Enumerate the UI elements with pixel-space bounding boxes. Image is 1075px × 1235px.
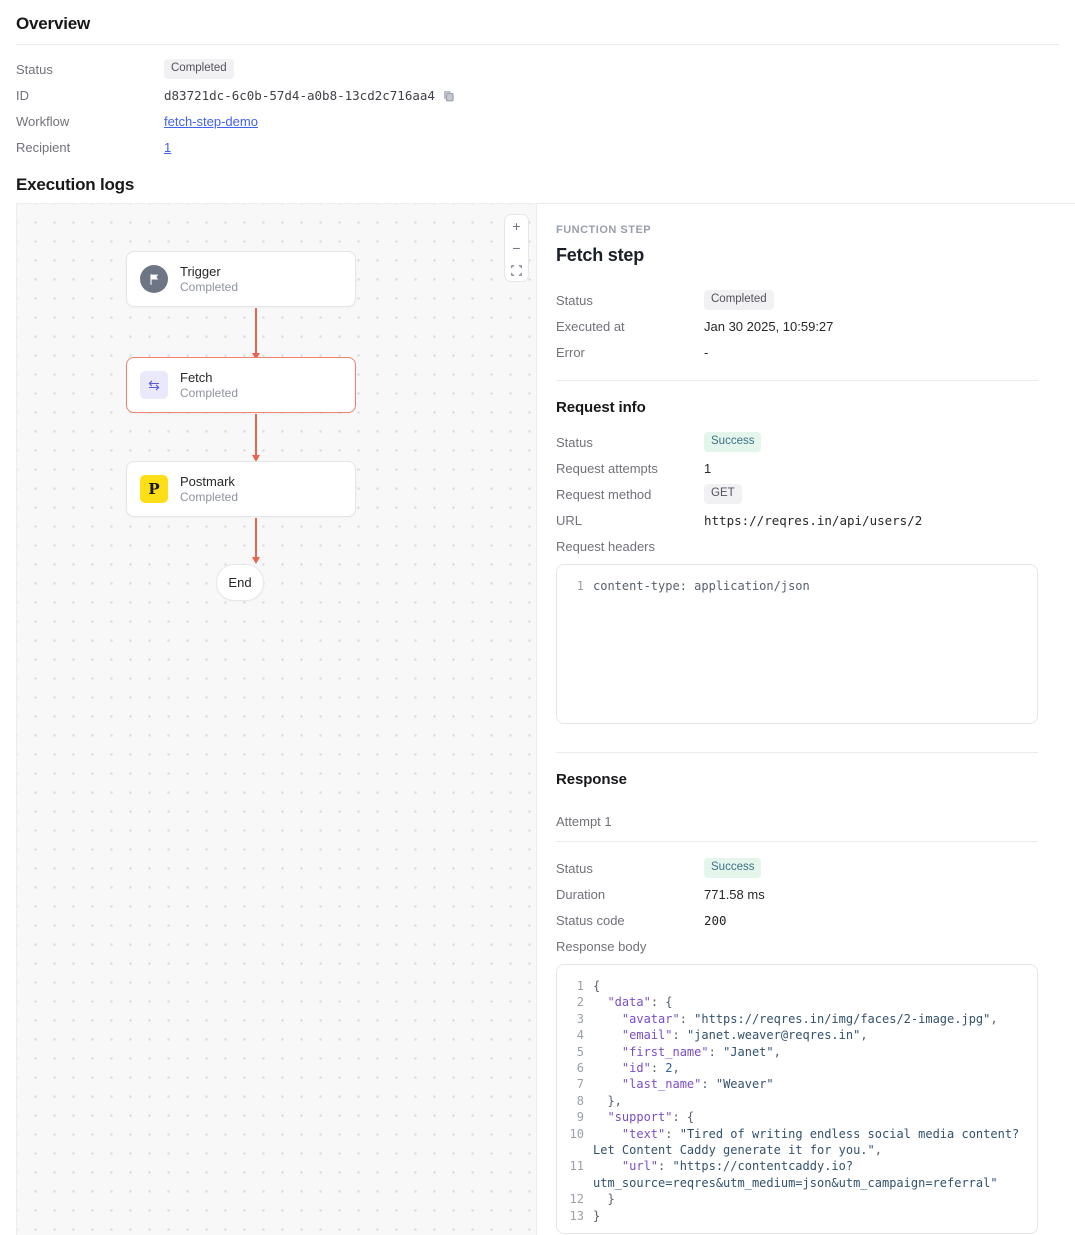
status-label: Status xyxy=(16,62,164,77)
zoom-out-button[interactable]: − xyxy=(505,237,528,259)
request-headers-code: 1content-type: application/json xyxy=(556,564,1038,724)
overview-recipient-row: Recipient 1 xyxy=(16,137,1059,157)
request-method-row: Request method GET xyxy=(556,484,1038,504)
edge-arrow xyxy=(255,518,257,558)
overview-section: Overview Status Completed ID d83721dc-6c… xyxy=(0,0,1075,157)
zoom-in-button[interactable]: + xyxy=(505,215,528,237)
response-body-label: Response body xyxy=(556,939,704,954)
execution-logs-title: Execution logs xyxy=(16,175,1059,195)
executed-at-label: Executed at xyxy=(556,319,704,334)
status-code-label: Status code xyxy=(556,913,704,928)
request-status-row: Status Success xyxy=(556,432,1038,452)
status-label: Status xyxy=(556,435,704,450)
overview-workflow-row: Workflow fetch-step-demo xyxy=(16,111,1059,131)
node-postmark[interactable]: P Postmark Completed xyxy=(126,461,356,517)
id-label: ID xyxy=(16,88,164,103)
node-title: Trigger xyxy=(180,263,238,280)
status-code-row: Status code 200 xyxy=(556,910,1038,930)
duration-row: Duration 771.58 ms xyxy=(556,884,1038,904)
page-title: Overview xyxy=(16,14,1059,34)
url-label: URL xyxy=(556,513,704,528)
step-status-badge: Completed xyxy=(704,290,774,310)
divider xyxy=(16,44,1059,45)
status-code-value: 200 xyxy=(704,913,727,928)
node-fetch[interactable]: ⇆ Fetch Completed xyxy=(126,357,356,413)
error-label: Error xyxy=(556,345,704,360)
url-value: https://reqres.in/api/users/2 xyxy=(704,513,922,528)
request-headers-row: Request headers xyxy=(556,536,1038,556)
step-type-eyebrow: FUNCTION STEP xyxy=(556,224,1038,236)
request-attempts-value: 1 xyxy=(704,461,711,476)
divider xyxy=(556,752,1038,753)
overview-id-row: ID d83721dc-6c0b-57d4-a0b8-13cd2c716aa4 xyxy=(16,85,1059,105)
executed-at-value: Jan 30 2025, 10:59:27 xyxy=(704,319,833,334)
request-method-label: Request method xyxy=(556,487,704,502)
fit-view-icon[interactable] xyxy=(505,259,528,281)
request-info-title: Request info xyxy=(556,399,1038,416)
request-status-badge: Success xyxy=(704,432,761,452)
node-end[interactable]: End xyxy=(216,564,264,601)
duration-value: 771.58 ms xyxy=(704,887,765,902)
attempt-label: Attempt 1 xyxy=(556,814,1038,829)
node-status: Completed xyxy=(180,386,238,401)
divider xyxy=(556,380,1038,381)
edge-arrow xyxy=(255,308,257,354)
flag-icon xyxy=(140,265,168,293)
overview-status-row: Status Completed xyxy=(16,59,1059,79)
workflow-label: Workflow xyxy=(16,114,164,129)
recipient-label: Recipient xyxy=(16,140,164,155)
step-details-panel: FUNCTION STEP Fetch step Status Complete… xyxy=(537,203,1075,1235)
request-attempts-row: Request attempts 1 xyxy=(556,458,1038,478)
response-status-badge: Success xyxy=(704,858,761,878)
request-headers-label: Request headers xyxy=(556,539,704,554)
request-method-badge: GET xyxy=(704,484,742,504)
status-label: Status xyxy=(556,861,704,876)
step-title: Fetch step xyxy=(556,245,1038,266)
recipient-link[interactable]: 1 xyxy=(164,140,171,155)
request-url-row: URL https://reqres.in/api/users/2 xyxy=(556,510,1038,530)
swap-arrows-icon: ⇆ xyxy=(140,371,168,399)
response-status-row: Status Success xyxy=(556,858,1038,878)
execution-logs-main: Trigger Completed ⇆ Fetch Completed P Po… xyxy=(16,203,1075,1235)
copy-icon[interactable] xyxy=(442,89,455,102)
node-title: Postmark xyxy=(180,473,238,490)
edge-arrow xyxy=(255,414,257,456)
executed-at-row: Executed at Jan 30 2025, 10:59:27 xyxy=(556,316,1038,336)
step-status-row: Status Completed xyxy=(556,290,1038,310)
error-value: - xyxy=(704,345,708,360)
status-label: Status xyxy=(556,293,704,308)
node-status: Completed xyxy=(180,490,238,505)
node-trigger[interactable]: Trigger Completed xyxy=(126,251,356,307)
duration-label: Duration xyxy=(556,887,704,902)
error-row: Error - xyxy=(556,342,1038,362)
response-body-row: Response body xyxy=(556,936,1038,956)
request-attempts-label: Request attempts xyxy=(556,461,704,476)
status-badge: Completed xyxy=(164,59,234,79)
workflow-canvas[interactable]: Trigger Completed ⇆ Fetch Completed P Po… xyxy=(16,203,537,1235)
canvas-zoom-controls: + − xyxy=(504,214,529,282)
response-body-code: 1{2 "data": {3 "avatar": "https://reqres… xyxy=(556,964,1038,1234)
workflow-link[interactable]: fetch-step-demo xyxy=(164,114,258,129)
node-status: Completed xyxy=(180,280,238,295)
run-id-value: d83721dc-6c0b-57d4-a0b8-13cd2c716aa4 xyxy=(164,88,435,103)
node-title: Fetch xyxy=(180,369,238,386)
divider xyxy=(556,841,1038,842)
postmark-p-icon: P xyxy=(140,475,168,503)
response-title: Response xyxy=(556,771,1038,788)
